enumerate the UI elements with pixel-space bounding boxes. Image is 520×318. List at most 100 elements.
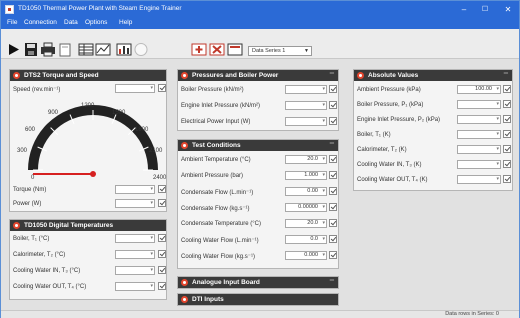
play-icon[interactable] (6, 42, 22, 57)
graph-icon[interactable] (116, 42, 132, 57)
row-label: Calorimeter, T₂ (K) (357, 147, 407, 153)
value-checkbox[interactable] (329, 155, 337, 163)
row-label: Engine Inlet Pressure (kN/m²) (181, 103, 261, 109)
collapse-icon[interactable]: ═ (504, 71, 508, 77)
value-checkbox[interactable] (158, 250, 166, 258)
torque-label: Torque (Nm) (13, 187, 47, 193)
value-field[interactable]: ▾ (457, 100, 501, 109)
value-checkbox[interactable] (329, 251, 337, 259)
panel-status-icon (181, 279, 188, 286)
table-icon[interactable] (78, 42, 94, 57)
value-checkbox[interactable] (329, 219, 337, 227)
collapse-icon[interactable]: ═ (330, 141, 334, 147)
condition-row: Condensate Temperature (°C) 20.0 ▾ (181, 218, 337, 230)
value-field[interactable]: 1.000 ▾ (285, 171, 327, 180)
temp-row-cooling-in: Cooling Water IN, T₃ (°C) ▾ (13, 265, 166, 277)
value-field[interactable]: ▾ (115, 250, 155, 259)
condition-row: Cooling Water Flow (kg.s⁻¹) 0.000 ▾ (181, 250, 337, 262)
main-content: DTS2 Torque and Speed Speed (rev.min⁻¹) … (1, 59, 519, 310)
value-checkbox[interactable] (329, 85, 337, 93)
condition-row: Ambient Temperature (°C) 20.0 ▾ (181, 154, 337, 166)
collapse-icon[interactable]: ═ (330, 278, 334, 284)
value-field[interactable]: ▾ (285, 85, 327, 94)
value-checkbox[interactable] (503, 130, 511, 138)
panel-analogue-input[interactable]: Analogue Input Board ═ (177, 276, 339, 289)
value-field[interactable]: 20.0 ▾ (285, 155, 327, 164)
absolute-row: Boiler Pressure, P₁ (kPa) ▾ (357, 99, 511, 111)
value-checkbox[interactable] (329, 203, 337, 211)
speed-field[interactable]: ▾ (115, 84, 155, 93)
value-field[interactable]: 0.00000 ▾ (285, 203, 327, 212)
value-field[interactable]: ▾ (115, 266, 155, 275)
value-checkbox[interactable] (329, 171, 337, 179)
panel-pressures: Pressures and Boiler Power ═ Boiler Pres… (177, 69, 339, 131)
speed-checkbox[interactable] (158, 84, 166, 92)
print-icon[interactable] (40, 42, 56, 57)
torque-field[interactable]: ▾ (115, 185, 155, 194)
torque-checkbox[interactable] (158, 185, 166, 193)
series-chart-icon[interactable] (227, 42, 243, 57)
value-field[interactable]: ▾ (285, 117, 327, 126)
circle-icon[interactable] (133, 42, 149, 57)
menu-options[interactable]: Options (85, 19, 107, 26)
gauge-tick-label: 1500 (112, 110, 126, 116)
delete-icon[interactable] (57, 42, 73, 57)
collapse-icon[interactable]: ═ (330, 71, 334, 77)
value-field[interactable]: ▾ (115, 234, 155, 243)
temp-row-boiler: Boiler, T₁ (°C) ▾ (13, 233, 166, 245)
minimize-button[interactable]: – (456, 3, 472, 16)
absolute-row: Cooling Water OUT, T₄ (K) ▾ (357, 174, 511, 186)
power-field[interactable]: ▾ (115, 199, 155, 208)
menu-connection[interactable]: Connection (24, 19, 57, 26)
value-checkbox[interactable] (503, 100, 511, 108)
value-checkbox[interactable] (503, 145, 511, 153)
value-checkbox[interactable] (503, 85, 511, 93)
value-checkbox[interactable] (329, 235, 337, 243)
menu-file[interactable]: File (7, 19, 17, 26)
add-series-icon[interactable] (191, 42, 207, 57)
value-field[interactable]: 0.00 ▾ (285, 187, 327, 196)
power-checkbox[interactable] (158, 199, 166, 207)
value-field[interactable]: ▾ (457, 145, 501, 154)
value-field[interactable]: ▾ (457, 130, 501, 139)
menu-data[interactable]: Data (64, 19, 78, 26)
menu-help[interactable]: Help (119, 19, 132, 26)
value-checkbox[interactable] (503, 175, 511, 183)
condition-row: Condensate Flow (kg.s⁻¹) 0.00000 ▾ (181, 202, 337, 214)
value-checkbox[interactable] (503, 115, 511, 123)
save-icon[interactable] (23, 42, 39, 57)
close-button[interactable]: ✕ (500, 3, 516, 16)
panel-title: DTI Inputs (192, 296, 224, 303)
app-window: TD1050 Thermal Power Plant with Steam En… (0, 0, 520, 318)
value-field[interactable]: 100.00 ▾ (457, 85, 501, 94)
value-field[interactable]: 0.0 ▾ (285, 235, 327, 244)
value-field[interactable]: ▾ (115, 282, 155, 291)
value-field[interactable]: 20.0 ▾ (285, 219, 327, 228)
panel-status-icon (357, 72, 364, 79)
value-field[interactable]: ▾ (285, 101, 327, 110)
panel-dti-inputs[interactable]: DTI Inputs (177, 293, 339, 306)
value-checkbox[interactable] (329, 187, 337, 195)
maximize-button[interactable]: ☐ (477, 3, 493, 16)
speed-gauge: 0 300 600 900 1200 1500 1800 2100 2400 (17, 103, 167, 180)
value-checkbox[interactable] (158, 266, 166, 274)
value-checkbox[interactable] (503, 160, 511, 168)
absolute-row: Cooling Water IN, T₃ (K) ▾ (357, 159, 511, 171)
panel-status-icon (13, 222, 20, 229)
chart-icon[interactable] (95, 42, 111, 57)
value-field[interactable]: ▾ (457, 115, 501, 124)
row-label: Cooling Water Flow (L.min⁻¹) (181, 238, 259, 244)
row-label: Ambient Pressure (kPa) (357, 87, 421, 93)
value-field[interactable]: 0.000 ▾ (285, 251, 327, 260)
row-label: Cooling Water IN, T₃ (°C) (13, 268, 81, 274)
value-checkbox[interactable] (158, 234, 166, 242)
value-checkbox[interactable] (329, 101, 337, 109)
delete-series-icon[interactable] (209, 42, 225, 57)
panel-status-icon (181, 72, 188, 79)
value-checkbox[interactable] (329, 117, 337, 125)
series-select[interactable]: Data Series 1 ▼ (248, 46, 312, 56)
row-label: Cooling Water IN, T₃ (K) (357, 162, 422, 168)
value-field[interactable]: ▾ (457, 160, 501, 169)
value-checkbox[interactable] (158, 282, 166, 290)
value-field[interactable]: ▾ (457, 175, 501, 184)
